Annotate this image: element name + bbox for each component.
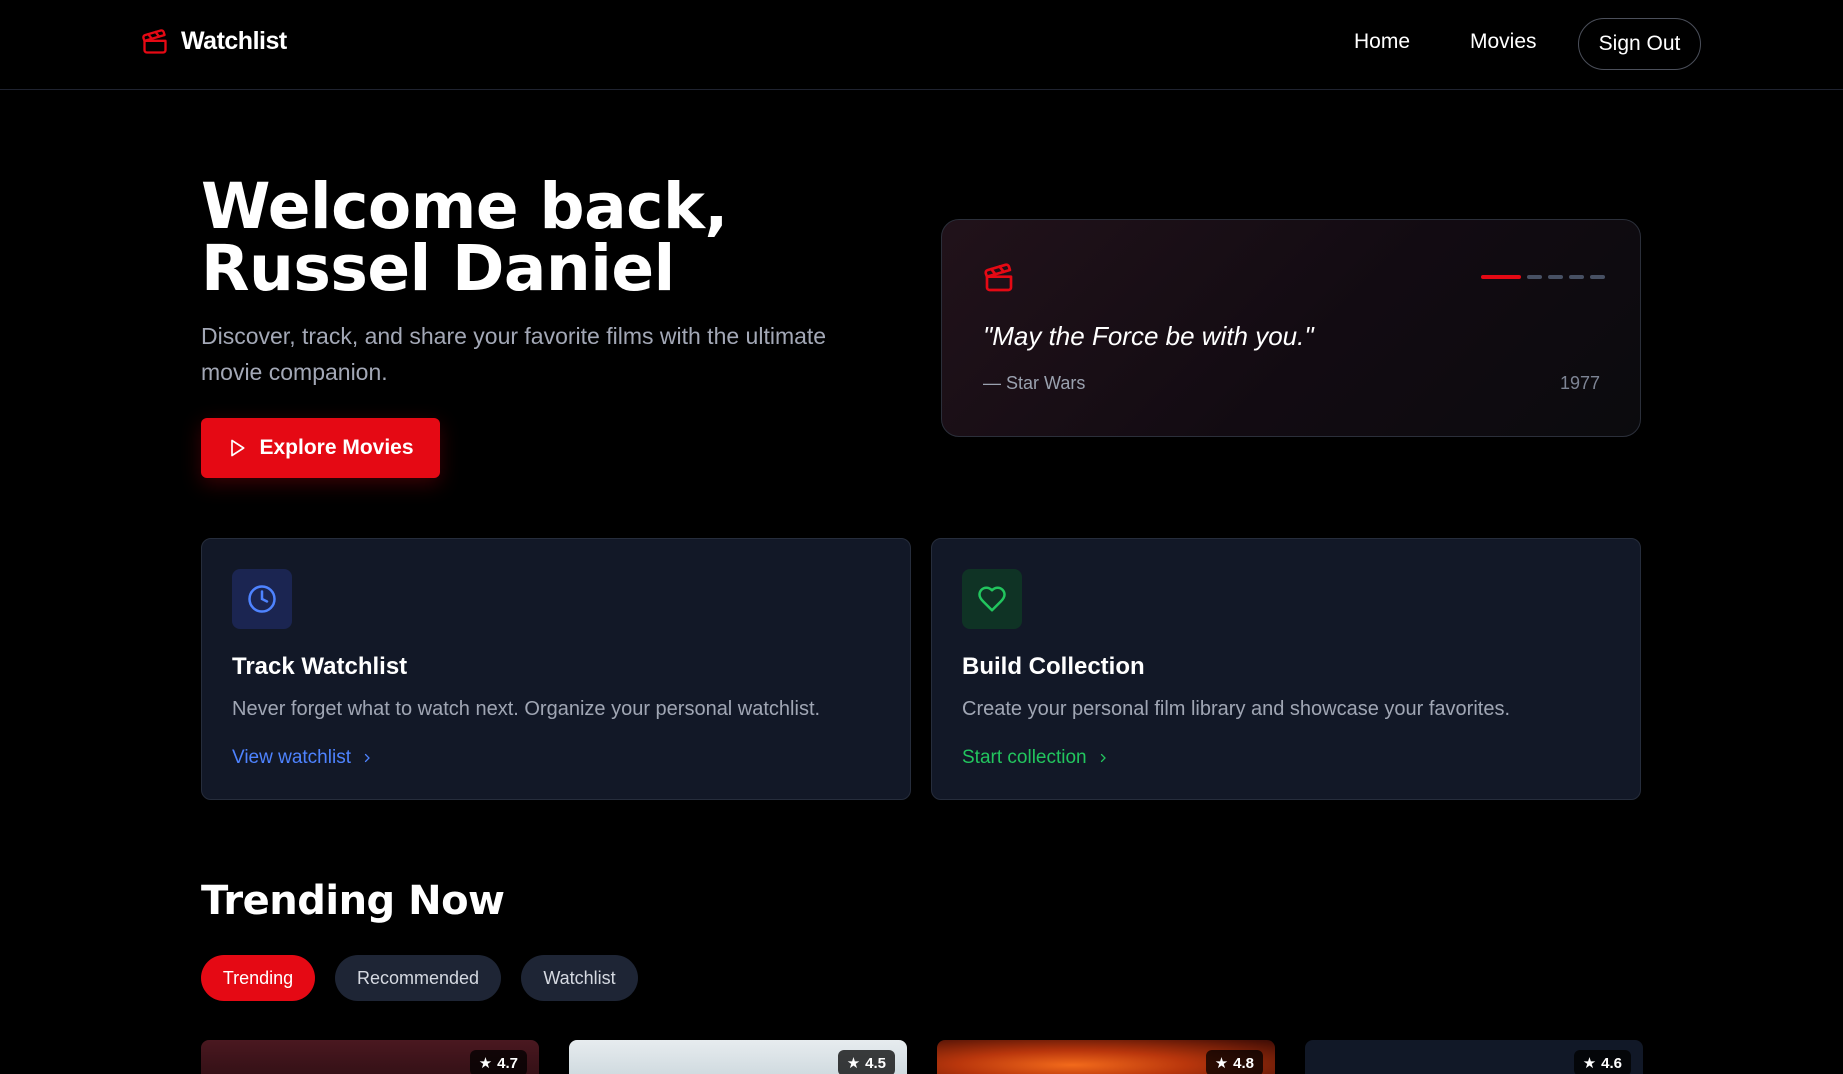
carousel-dot-1[interactable] — [1481, 275, 1521, 279]
tab-trending[interactable]: Trending — [201, 955, 315, 1001]
quote-card: "May the Force be with you." — Star Wars… — [941, 219, 1641, 437]
tab-recommended[interactable]: Recommended — [335, 955, 501, 1001]
nav-movies-link[interactable]: Movies — [1470, 30, 1537, 54]
card-description: Create your personal film library and sh… — [962, 698, 1511, 720]
rating-value: 4.6 — [1601, 1054, 1622, 1072]
clapperboard-icon — [142, 28, 167, 54]
clock-icon-box — [232, 569, 292, 629]
quote-year: 1977 — [1559, 373, 1600, 393]
rating-badge: ★ 4.5 — [837, 1050, 895, 1074]
carousel-dot-3[interactable] — [1548, 275, 1563, 279]
rating-badge: ★ 4.6 — [1573, 1050, 1631, 1074]
card-title: Build Collection — [962, 653, 1145, 680]
trending-heading: Trending Now — [201, 878, 505, 924]
nav-home-link[interactable]: Home — [1354, 30, 1410, 54]
chevron-right-icon — [364, 753, 370, 763]
star-icon: ★ — [1214, 1055, 1229, 1072]
top-nav: Watchlist Home Movies Sign Out — [0, 0, 1843, 90]
heart-icon-box — [962, 569, 1022, 629]
carousel-dot-5[interactable] — [1590, 275, 1605, 279]
build-collection-card: Build Collection Create your personal fi… — [931, 538, 1641, 800]
star-icon: ★ — [478, 1055, 493, 1072]
welcome-heading: Welcome back, Russel Daniel — [201, 175, 801, 300]
star-icon: ★ — [846, 1055, 861, 1072]
brand-name: Watchlist — [181, 27, 287, 55]
carousel-dot-2[interactable] — [1527, 275, 1542, 279]
quote-carousel-dots — [1481, 275, 1605, 279]
explore-movies-label: Explore Movies — [259, 436, 414, 459]
card-title: Track Watchlist — [232, 653, 408, 680]
movie-poster-card[interactable]: ★ 4.5 — [569, 1040, 907, 1074]
chevron-right-icon — [1100, 753, 1106, 763]
brand-logo[interactable]: Watchlist — [141, 27, 287, 56]
clapperboard-icon — [984, 263, 1013, 292]
tab-watchlist[interactable]: Watchlist — [521, 955, 638, 1001]
quote-text: "May the Force be with you." — [983, 321, 1314, 351]
explore-movies-button[interactable]: Explore Movies — [201, 418, 440, 478]
hero-subtitle: Discover, track, and share your favorite… — [201, 323, 827, 385]
start-collection-link[interactable]: Start collection — [962, 747, 1109, 769]
play-icon — [231, 439, 245, 457]
rating-badge: ★ 4.7 — [469, 1050, 527, 1074]
user-name: Russel Daniel — [201, 232, 675, 305]
star-icon: ★ — [1582, 1055, 1597, 1072]
rating-value: 4.8 — [1233, 1054, 1254, 1072]
heart-icon — [978, 586, 1006, 612]
track-watchlist-card: Track Watchlist Never forget what to wat… — [201, 538, 911, 800]
rating-value: 4.7 — [497, 1054, 518, 1072]
carousel-dot-4[interactable] — [1569, 275, 1584, 279]
quote-film: — Star Wars — [983, 373, 1086, 393]
view-watchlist-link[interactable]: View watchlist — [232, 747, 373, 769]
card-description: Never forget what to watch next. Organiz… — [232, 698, 821, 720]
link-label: Start collection — [962, 747, 1087, 768]
clock-icon — [248, 585, 276, 613]
link-label: View watchlist — [232, 747, 351, 768]
movie-poster-card[interactable]: ★ 4.7 — [201, 1040, 539, 1074]
rating-badge: ★ 4.8 — [1205, 1050, 1263, 1074]
sign-out-button[interactable]: Sign Out — [1578, 18, 1701, 70]
movie-poster-card[interactable]: ★ 4.6 — [1305, 1040, 1643, 1074]
movie-poster-card[interactable]: ★ 4.8 — [937, 1040, 1275, 1074]
rating-value: 4.5 — [865, 1054, 886, 1072]
